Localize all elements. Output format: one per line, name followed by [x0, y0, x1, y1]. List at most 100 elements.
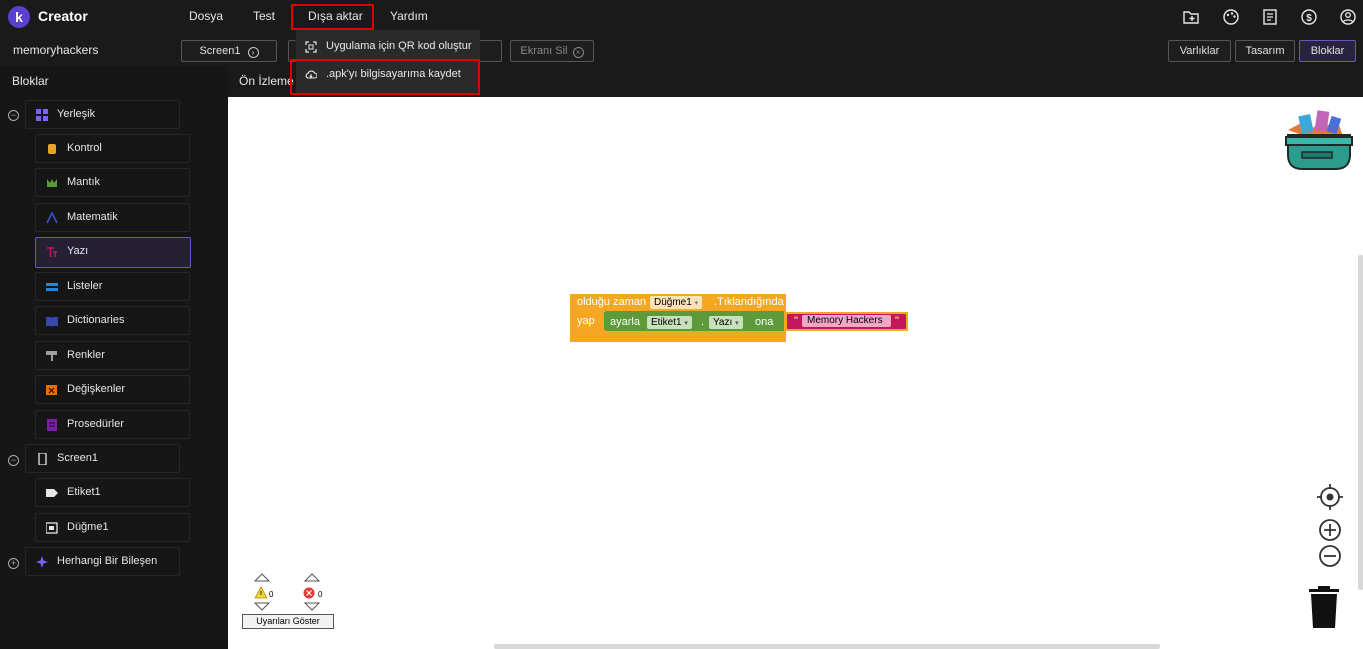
tree-screen-label: Screen1: [57, 452, 98, 464]
variable-icon: [46, 385, 57, 395]
tree-item-logic[interactable]: Mantık: [35, 168, 190, 197]
zoom-out-icon[interactable]: [1319, 545, 1341, 567]
tree-item-label: Listeler: [67, 280, 103, 292]
book-icon: [46, 317, 58, 327]
notes-icon[interactable]: [1261, 8, 1279, 26]
label-tag-icon: [46, 489, 58, 497]
app-title: Creator: [38, 8, 88, 24]
tree-component-button[interactable]: Düğme1: [35, 513, 190, 542]
tree-item-label: Matematik: [67, 211, 118, 223]
dollar-icon[interactable]: $: [1300, 8, 1318, 26]
qr-code-icon: [305, 41, 317, 53]
menu-test[interactable]: Test: [253, 9, 275, 23]
text-icon: [47, 247, 57, 257]
screen-select[interactable]: Screen1 ›: [181, 40, 277, 62]
tree-item-variables[interactable]: Değişkenler: [35, 375, 190, 404]
tree-any-component[interactable]: Herhangi Bir Bileşen: [25, 547, 180, 576]
zoom-in-icon[interactable]: [1319, 519, 1341, 541]
menu-item-qr-label: Uygulama için QR kod oluştur: [326, 40, 472, 52]
collapse-screen-icon[interactable]: −: [8, 455, 19, 466]
dot-separator: .: [701, 316, 705, 328]
tree-item-dictionaries[interactable]: Dictionaries: [35, 306, 190, 335]
tree-item-control[interactable]: Kontrol: [35, 134, 190, 163]
set-component-label: Etiket1: [651, 317, 682, 328]
tab-preview[interactable]: Ön İzleme: [239, 74, 294, 88]
project-toolbar: memoryhackers Screen1 › Ekranı Sil × Var…: [0, 34, 1363, 66]
error-circle-icon: [303, 587, 315, 599]
app-logo[interactable]: k: [8, 6, 30, 28]
tree-builtin[interactable]: Yerleşik: [25, 100, 180, 129]
expand-any-component-icon[interactable]: +: [8, 558, 19, 569]
show-warnings-button[interactable]: Uyarıları Göster: [242, 614, 334, 629]
remove-screen-fragment[interactable]: [478, 40, 502, 62]
tree-item-label: Yazı: [67, 245, 89, 257]
dropdown-arrow-icon: ▾: [694, 300, 699, 307]
chevron-circle-icon: ›: [247, 47, 259, 58]
tree-item-label: Prosedürler: [67, 418, 124, 430]
top-bar: k Creator Dosya Test Dışa aktar Yardım $: [0, 0, 1363, 34]
sparkle-icon: [36, 556, 48, 568]
tree-item-label: Dictionaries: [67, 314, 125, 326]
menu-item-qr-code[interactable]: Uygulama için QR kod oluştur: [296, 32, 480, 60]
account-icon[interactable]: [1339, 8, 1357, 26]
trash-icon[interactable]: [1309, 586, 1339, 628]
warning-triangle-icon: [254, 586, 268, 599]
tree-item-text[interactable]: Yazı: [35, 237, 191, 268]
tree-component-name: Etiket1: [67, 486, 101, 498]
to-label: ona: [755, 316, 774, 328]
tree-item-label: Kontrol: [67, 142, 102, 154]
set-component-dropdown[interactable]: Etiket1 ▾: [647, 316, 692, 329]
blocks-heading: Bloklar: [12, 74, 49, 88]
dropdown-arrow-icon: ▾: [684, 320, 688, 327]
palette-icon[interactable]: [1222, 8, 1240, 26]
recenter-icon[interactable]: [1317, 484, 1343, 510]
close-circle-icon: ×: [572, 47, 584, 58]
tree-item-lists[interactable]: Listeler: [35, 272, 190, 301]
menu-file[interactable]: Dosya: [189, 9, 223, 23]
control-icon: [48, 144, 56, 154]
tree-item-label: Değişkenler: [67, 383, 126, 395]
export-menu-highlight: [291, 4, 374, 30]
tree-component-label[interactable]: Etiket1: [35, 478, 190, 507]
dropdown-arrow-icon: ▾: [735, 320, 739, 327]
event-prefix: olduğu zaman: [577, 296, 647, 308]
tree-item-colors[interactable]: Renkler: [35, 341, 190, 370]
text-value[interactable]: Memory Hackers: [807, 315, 883, 326]
screen-select-label: Screen1: [199, 45, 241, 57]
blocks-panel: Bloklar − Yerleşik Kontrol Mantık Matema…: [0, 66, 228, 649]
delete-screen-label: Ekranı Sil: [520, 45, 568, 57]
grid-icon: [36, 109, 48, 121]
workspace-svg: [253, 110, 1353, 628]
event-component-dropdown[interactable]: Düğme1 ▾: [650, 296, 703, 309]
tree-item-label: Mantık: [67, 176, 101, 188]
design-button[interactable]: Tasarım: [1235, 40, 1295, 62]
folder-plus-icon[interactable]: [1182, 8, 1200, 26]
horizontal-scrollbar[interactable]: [494, 644, 1160, 649]
tree-builtin-label: Yerleşik: [57, 108, 96, 120]
paint-roller-icon: [46, 351, 57, 361]
math-icon: [46, 212, 58, 224]
assets-button[interactable]: Varlıklar: [1168, 40, 1231, 62]
apk-item-highlight: [290, 59, 480, 95]
backpack-icon[interactable]: [1285, 110, 1353, 170]
vertical-scrollbar[interactable]: [1358, 255, 1363, 590]
blocks-button[interactable]: Bloklar: [1299, 40, 1356, 62]
menu-help[interactable]: Yardım: [390, 9, 428, 23]
tree-item-math[interactable]: Matematik: [35, 203, 190, 232]
logic-icon: [47, 179, 57, 187]
blocks-workspace[interactable]: olduğu zaman Düğme1 ▾ .Tıklandığında yap…: [228, 97, 1363, 649]
tree-any-component-label: Herhangi Bir Bileşen: [57, 555, 158, 567]
set-label: ayarla: [610, 316, 640, 328]
set-property-label: Yazı: [713, 317, 733, 328]
delete-screen-button[interactable]: Ekranı Sil ×: [510, 40, 594, 62]
collapse-builtin-icon[interactable]: −: [8, 110, 19, 121]
event-name: .Tıklandığında: [714, 296, 784, 308]
phone-icon: [38, 453, 47, 465]
list-icon: [46, 283, 58, 291]
tree-item-procedures[interactable]: Prosedürler: [35, 410, 190, 439]
set-property-dropdown[interactable]: Yazı ▾: [709, 316, 743, 329]
tree-screen[interactable]: Screen1: [25, 444, 180, 473]
event-component-label: Düğme1: [654, 297, 692, 308]
tree-item-label: Renkler: [67, 349, 105, 361]
warning-count: 0: [269, 590, 274, 599]
